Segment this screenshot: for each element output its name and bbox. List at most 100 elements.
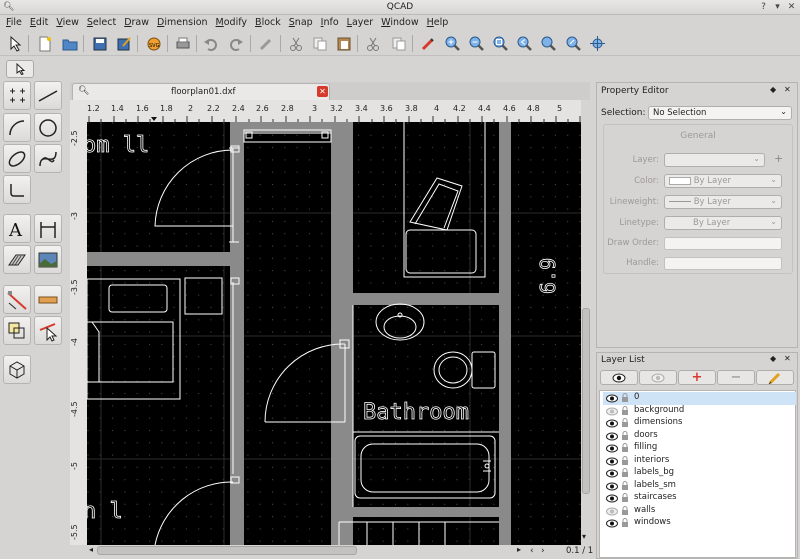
color-prop-dropdown[interactable]: By Layer ⌄ [664, 174, 782, 188]
menu-edit[interactable]: Edit [26, 15, 52, 31]
polyline-tool-icon[interactable] [3, 175, 31, 204]
eye-hidden-icon[interactable] [606, 507, 618, 516]
lock-icon[interactable] [621, 393, 629, 403]
cut-reference-icon[interactable] [363, 34, 382, 53]
close-layer-panel-icon[interactable]: ✕ [784, 354, 791, 363]
menu-view[interactable]: View [52, 15, 83, 31]
undo-icon[interactable] [201, 34, 220, 53]
zoom-in-icon[interactable] [443, 34, 462, 53]
paste-icon[interactable] [334, 34, 353, 53]
block-tool-icon[interactable] [3, 355, 31, 384]
handle-field[interactable] [664, 257, 782, 270]
vertical-scroll-thumb[interactable] [582, 308, 590, 494]
modify-tool-icon[interactable] [3, 316, 31, 345]
lock-icon[interactable] [621, 405, 629, 416]
menu-info[interactable]: Info [317, 15, 343, 31]
vertical-scrollbar[interactable]: ▾ [581, 122, 591, 545]
lock-icon[interactable] [621, 430, 629, 441]
zoom-window-icon[interactable] [564, 34, 583, 53]
redo-icon[interactable] [226, 34, 245, 53]
scroll-down-arrow-icon[interactable]: ▾ [582, 532, 586, 541]
select-mode-icon[interactable] [6, 60, 34, 78]
layer-row[interactable]: staircases [603, 492, 796, 505]
save-icon[interactable] [90, 34, 109, 53]
new-file-icon[interactable] [35, 34, 54, 53]
layer-row[interactable]: filling [603, 442, 796, 455]
add-layer-prop-icon[interactable]: + [774, 152, 783, 165]
tab-floorplan[interactable]: 🔍︎ floorplan01.dxf ✕ [72, 83, 330, 100]
menu-file[interactable]: File [2, 15, 26, 31]
pan-zoom-icon[interactable] [588, 34, 607, 53]
image-tool-icon[interactable] [34, 245, 62, 274]
layer-row[interactable]: labels_bg [603, 467, 796, 480]
close-tab-icon[interactable]: ✕ [317, 86, 328, 97]
layer-row[interactable]: interiors [603, 455, 796, 468]
eye-hidden-icon[interactable] [606, 407, 618, 416]
lock-icon[interactable] [621, 455, 629, 466]
eye-icon[interactable] [606, 469, 618, 478]
page-prev-icon[interactable]: ‹ [530, 546, 534, 556]
ellipse-tool-icon[interactable] [3, 144, 31, 173]
dimension-tool-icon[interactable] [34, 214, 62, 243]
linetype-prop-dropdown[interactable]: By Layer ⌄ [664, 216, 782, 230]
menu-snap[interactable]: Snap [285, 15, 317, 31]
lock-icon[interactable] [621, 418, 629, 428]
hatch-tool-icon[interactable] [3, 245, 31, 274]
show-all-layers-button[interactable] [600, 370, 638, 385]
minimize-icon[interactable]: ▾ [772, 2, 783, 13]
cut-icon[interactable] [286, 34, 305, 53]
select-pointer-icon[interactable] [5, 34, 24, 53]
lock-icon[interactable] [621, 505, 629, 516]
horizontal-scrollbar[interactable]: ◂ ▸ [87, 545, 527, 557]
hide-all-layers-button[interactable] [639, 370, 677, 385]
select-tool-icon[interactable] [34, 316, 62, 345]
eye-icon[interactable] [606, 457, 618, 466]
draw-order-field[interactable] [664, 237, 782, 250]
close-panel-icon[interactable]: ✕ [784, 85, 791, 94]
eye-icon[interactable] [606, 494, 618, 503]
menu-window[interactable]: Window [377, 15, 422, 31]
horizontal-scroll-thumb[interactable] [97, 546, 357, 555]
open-file-icon[interactable] [60, 34, 79, 53]
layer-row[interactable]: windows [603, 517, 796, 530]
close-window-icon[interactable]: ✕ [786, 2, 797, 13]
eye-icon[interactable] [606, 394, 618, 403]
line-tool-icon[interactable] [34, 81, 62, 110]
layer-row[interactable]: walls [603, 505, 796, 518]
floorplan-drawing[interactable]: Bathroom om ll n l 6.9 [87, 122, 581, 545]
measure-tool-icon[interactable] [34, 285, 62, 314]
menu-layer[interactable]: Layer [343, 15, 378, 31]
layer-prop-dropdown[interactable]: ⌄ [664, 153, 765, 167]
add-layer-button[interactable]: + [678, 370, 716, 385]
menu-dimension[interactable]: Dimension [153, 15, 212, 31]
text-tool-icon[interactable]: A [3, 214, 31, 243]
layer-row[interactable]: dimensions [603, 417, 796, 430]
edit-layer-button[interactable] [756, 370, 794, 385]
arc-tool-icon[interactable] [3, 113, 31, 142]
lineweight-prop-dropdown[interactable]: By Layer ⌄ [664, 195, 782, 209]
zoom-auto-icon[interactable] [491, 34, 510, 53]
lock-icon[interactable] [621, 443, 629, 453]
zoom-out-icon[interactable] [467, 34, 486, 53]
float-panel-icon[interactable]: ◆ [770, 85, 776, 94]
eye-icon[interactable] [606, 519, 618, 528]
pencil-icon[interactable] [256, 34, 275, 53]
layer-row[interactable]: background [603, 405, 796, 418]
spline-tool-icon[interactable] [34, 144, 62, 173]
help-title-icon[interactable]: ? [758, 2, 769, 13]
zoom-previous-icon[interactable] [515, 34, 534, 53]
lock-icon[interactable] [621, 468, 629, 478]
float-layer-panel-icon[interactable]: ◆ [770, 354, 776, 363]
lock-icon[interactable] [621, 493, 629, 503]
menu-modify[interactable]: Modify [212, 15, 252, 31]
circle-tool-icon[interactable] [34, 113, 62, 142]
export-svg-icon[interactable]: SVG [144, 34, 163, 53]
lock-icon[interactable] [621, 480, 629, 491]
menu-block[interactable]: Block [251, 15, 285, 31]
layer-row[interactable]: doors [603, 430, 796, 443]
point-tool-icon[interactable] [3, 81, 31, 110]
remove-layer-button[interactable]: − [717, 370, 755, 385]
drawing-canvas[interactable]: Bathroom om ll n l 6.9 [87, 122, 581, 545]
eye-icon[interactable] [606, 482, 618, 491]
eye-icon[interactable] [606, 419, 618, 428]
